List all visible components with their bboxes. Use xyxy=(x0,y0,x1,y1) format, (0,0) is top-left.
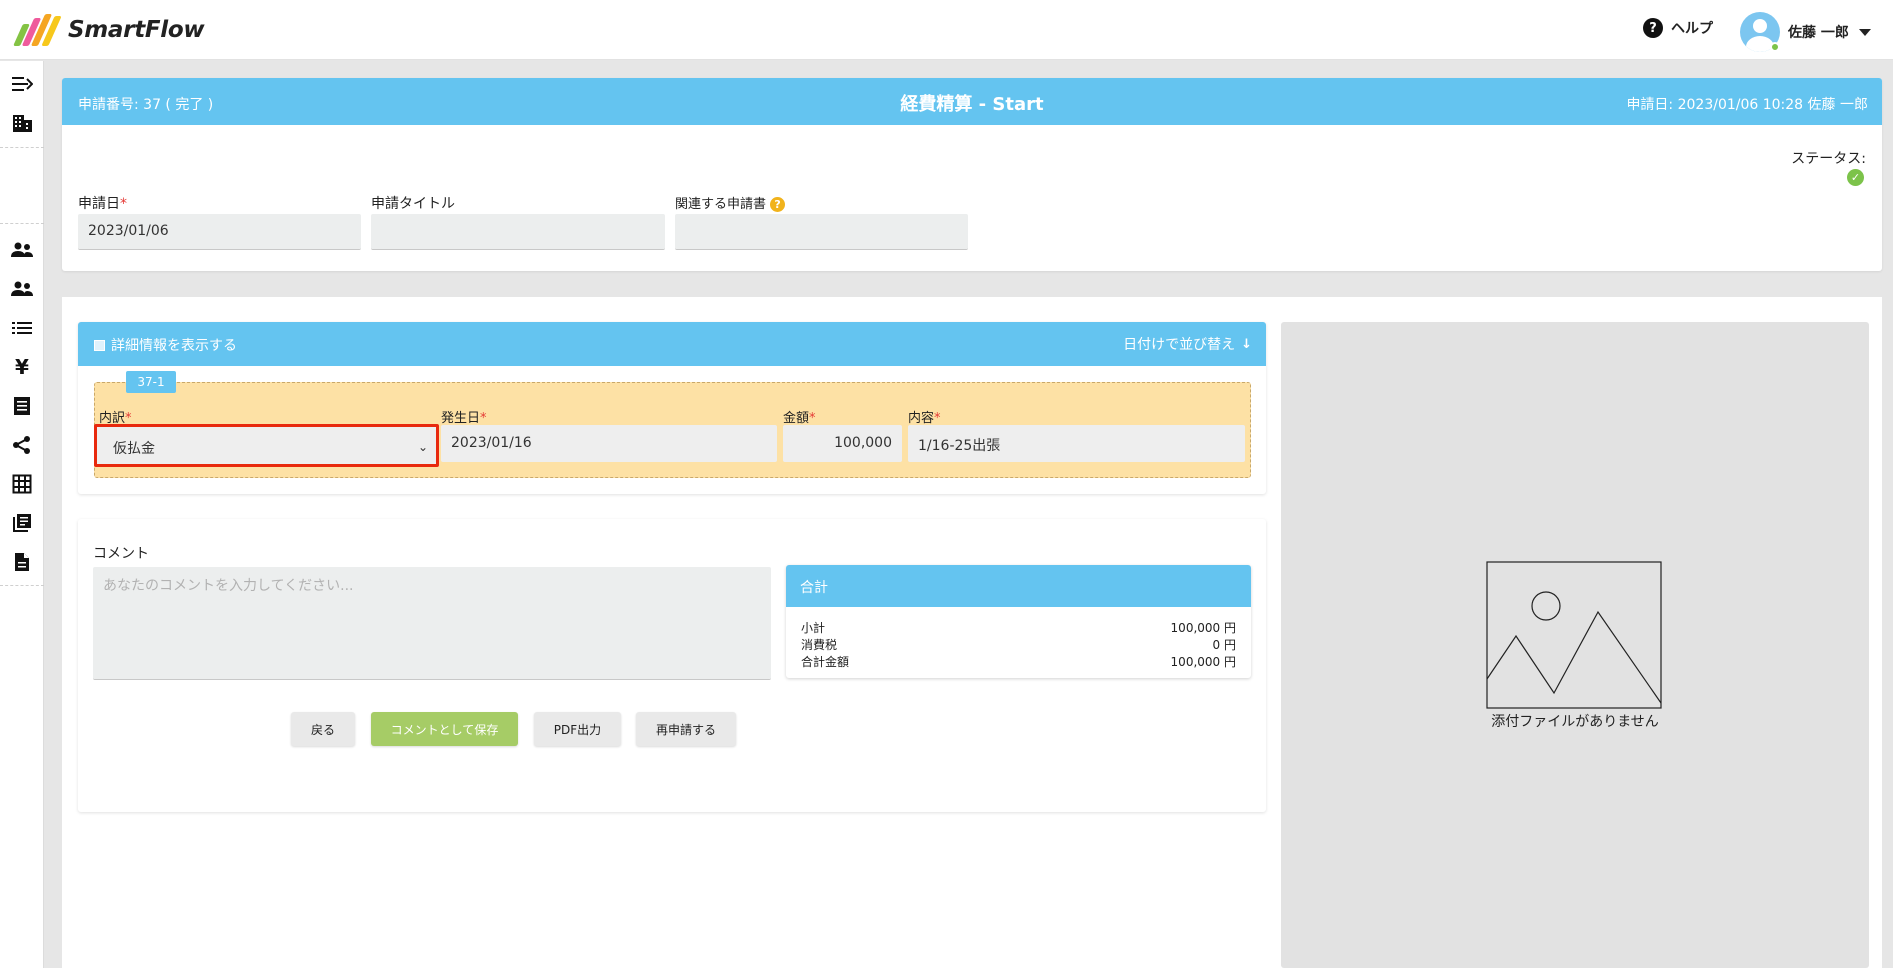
question-circle-icon: ? xyxy=(1643,18,1663,38)
details-toggle-label: 詳細情報を表示する xyxy=(111,338,237,354)
occurrence-date-field[interactable]: 2023/01/16 xyxy=(441,425,777,462)
app-logo[interactable]: SmartFlow xyxy=(12,13,205,47)
online-status-dot xyxy=(1770,42,1780,52)
sidebar-divider xyxy=(0,147,44,148)
help-button[interactable]: ? ヘルプ xyxy=(1643,18,1713,38)
content-field[interactable]: 1/16-25出張 xyxy=(908,425,1245,462)
details-header: 詳細情報を表示する 日付けで並び替え ↓ xyxy=(78,322,1266,366)
users-icon[interactable] xyxy=(8,237,36,263)
sort-label: 日付けで並び替え xyxy=(1123,337,1236,353)
details-toggle[interactable]: 詳細情報を表示する xyxy=(94,335,237,355)
category-value: 仮払金 xyxy=(113,441,155,457)
status-label: ステータス: xyxy=(1791,151,1866,167)
sort-by-date-button[interactable]: 日付けで並び替え ↓ xyxy=(1123,334,1252,354)
help-label: ヘルプ xyxy=(1671,21,1713,37)
back-button[interactable]: 戻る xyxy=(291,712,355,746)
image-placeholder-icon xyxy=(1486,561,1662,709)
list-icon[interactable] xyxy=(8,315,36,341)
title-field[interactable] xyxy=(371,214,665,250)
share-icon[interactable] xyxy=(8,432,36,458)
user-menu[interactable]: 佐藤 一郎 xyxy=(1740,12,1871,52)
occurrence-date-label: 発生日* xyxy=(441,411,487,426)
user-name: 佐藤 一郎 xyxy=(1788,25,1849,41)
related-field-label: 関連する申請書? xyxy=(675,193,786,212)
checkbox-icon xyxy=(94,339,105,351)
receipt-icon[interactable] xyxy=(8,393,36,419)
page-title: 経費精算 - Start xyxy=(900,94,1044,115)
total-card: 合計 小計 100,000 円 消費税 0 円 合計金額 100,000 円 xyxy=(786,565,1251,678)
sort-down-icon: ↓ xyxy=(1241,336,1252,352)
row-tag: 37-1 xyxy=(126,371,176,393)
subtotal-row: 小計 100,000 円 xyxy=(801,621,1236,635)
request-meta: 申請日: 2023/01/06 10:28 佐藤 一郎 xyxy=(1626,97,1868,113)
amount-field[interactable]: 100,000 xyxy=(783,425,902,462)
top-bar: SmartFlow ? ヘルプ 佐藤 一郎 xyxy=(0,0,1893,60)
comment-label: コメント xyxy=(93,546,149,562)
library-icon[interactable] xyxy=(8,510,36,536)
users-group-icon[interactable] xyxy=(8,276,36,302)
date-field-label: 申請日* xyxy=(78,196,127,212)
question-help-icon[interactable]: ? xyxy=(770,197,786,212)
grand-total-row: 合計金額 100,000 円 xyxy=(801,655,1236,669)
check-circle-icon: ✓ xyxy=(1847,169,1864,186)
content-label: 内容* xyxy=(908,411,941,426)
tax-row: 消費税 0 円 xyxy=(801,638,1236,652)
logo-text: SmartFlow xyxy=(68,17,205,43)
sidebar-divider xyxy=(0,223,44,224)
comment-input[interactable]: あなたのコメントを入力してください... xyxy=(93,567,771,680)
related-field[interactable] xyxy=(675,214,968,250)
collapse-icon[interactable] xyxy=(8,71,36,97)
date-field[interactable]: 2023/01/06 xyxy=(78,214,361,250)
title-field-label: 申請タイトル xyxy=(371,196,455,212)
sidebar-divider xyxy=(0,585,44,586)
total-title: 合計 xyxy=(786,565,1251,607)
category-select[interactable]: 仮払金 ⌄ xyxy=(94,424,439,467)
pdf-export-button[interactable]: PDF出力 xyxy=(534,712,621,746)
amount-label: 金額* xyxy=(783,411,816,426)
no-attachment-text: 添付ファイルがありません xyxy=(1491,714,1659,730)
document-icon[interactable] xyxy=(8,549,36,575)
reapply-button[interactable]: 再申請する xyxy=(636,712,736,746)
request-header-bar: 申請番号: 37 ( 完了 ) 経費精算 - Start 申請日: 2023/0… xyxy=(62,78,1882,125)
table-icon[interactable] xyxy=(8,471,36,497)
caret-down-icon xyxy=(1858,28,1871,36)
yen-icon[interactable]: ¥ xyxy=(8,354,36,380)
logo-mark-icon xyxy=(12,14,62,46)
save-comment-button[interactable]: コメントとして保存 xyxy=(371,712,518,746)
sidebar: ¥ xyxy=(0,61,44,968)
chevron-down-icon: ⌄ xyxy=(417,440,428,454)
building-icon[interactable] xyxy=(8,110,36,136)
